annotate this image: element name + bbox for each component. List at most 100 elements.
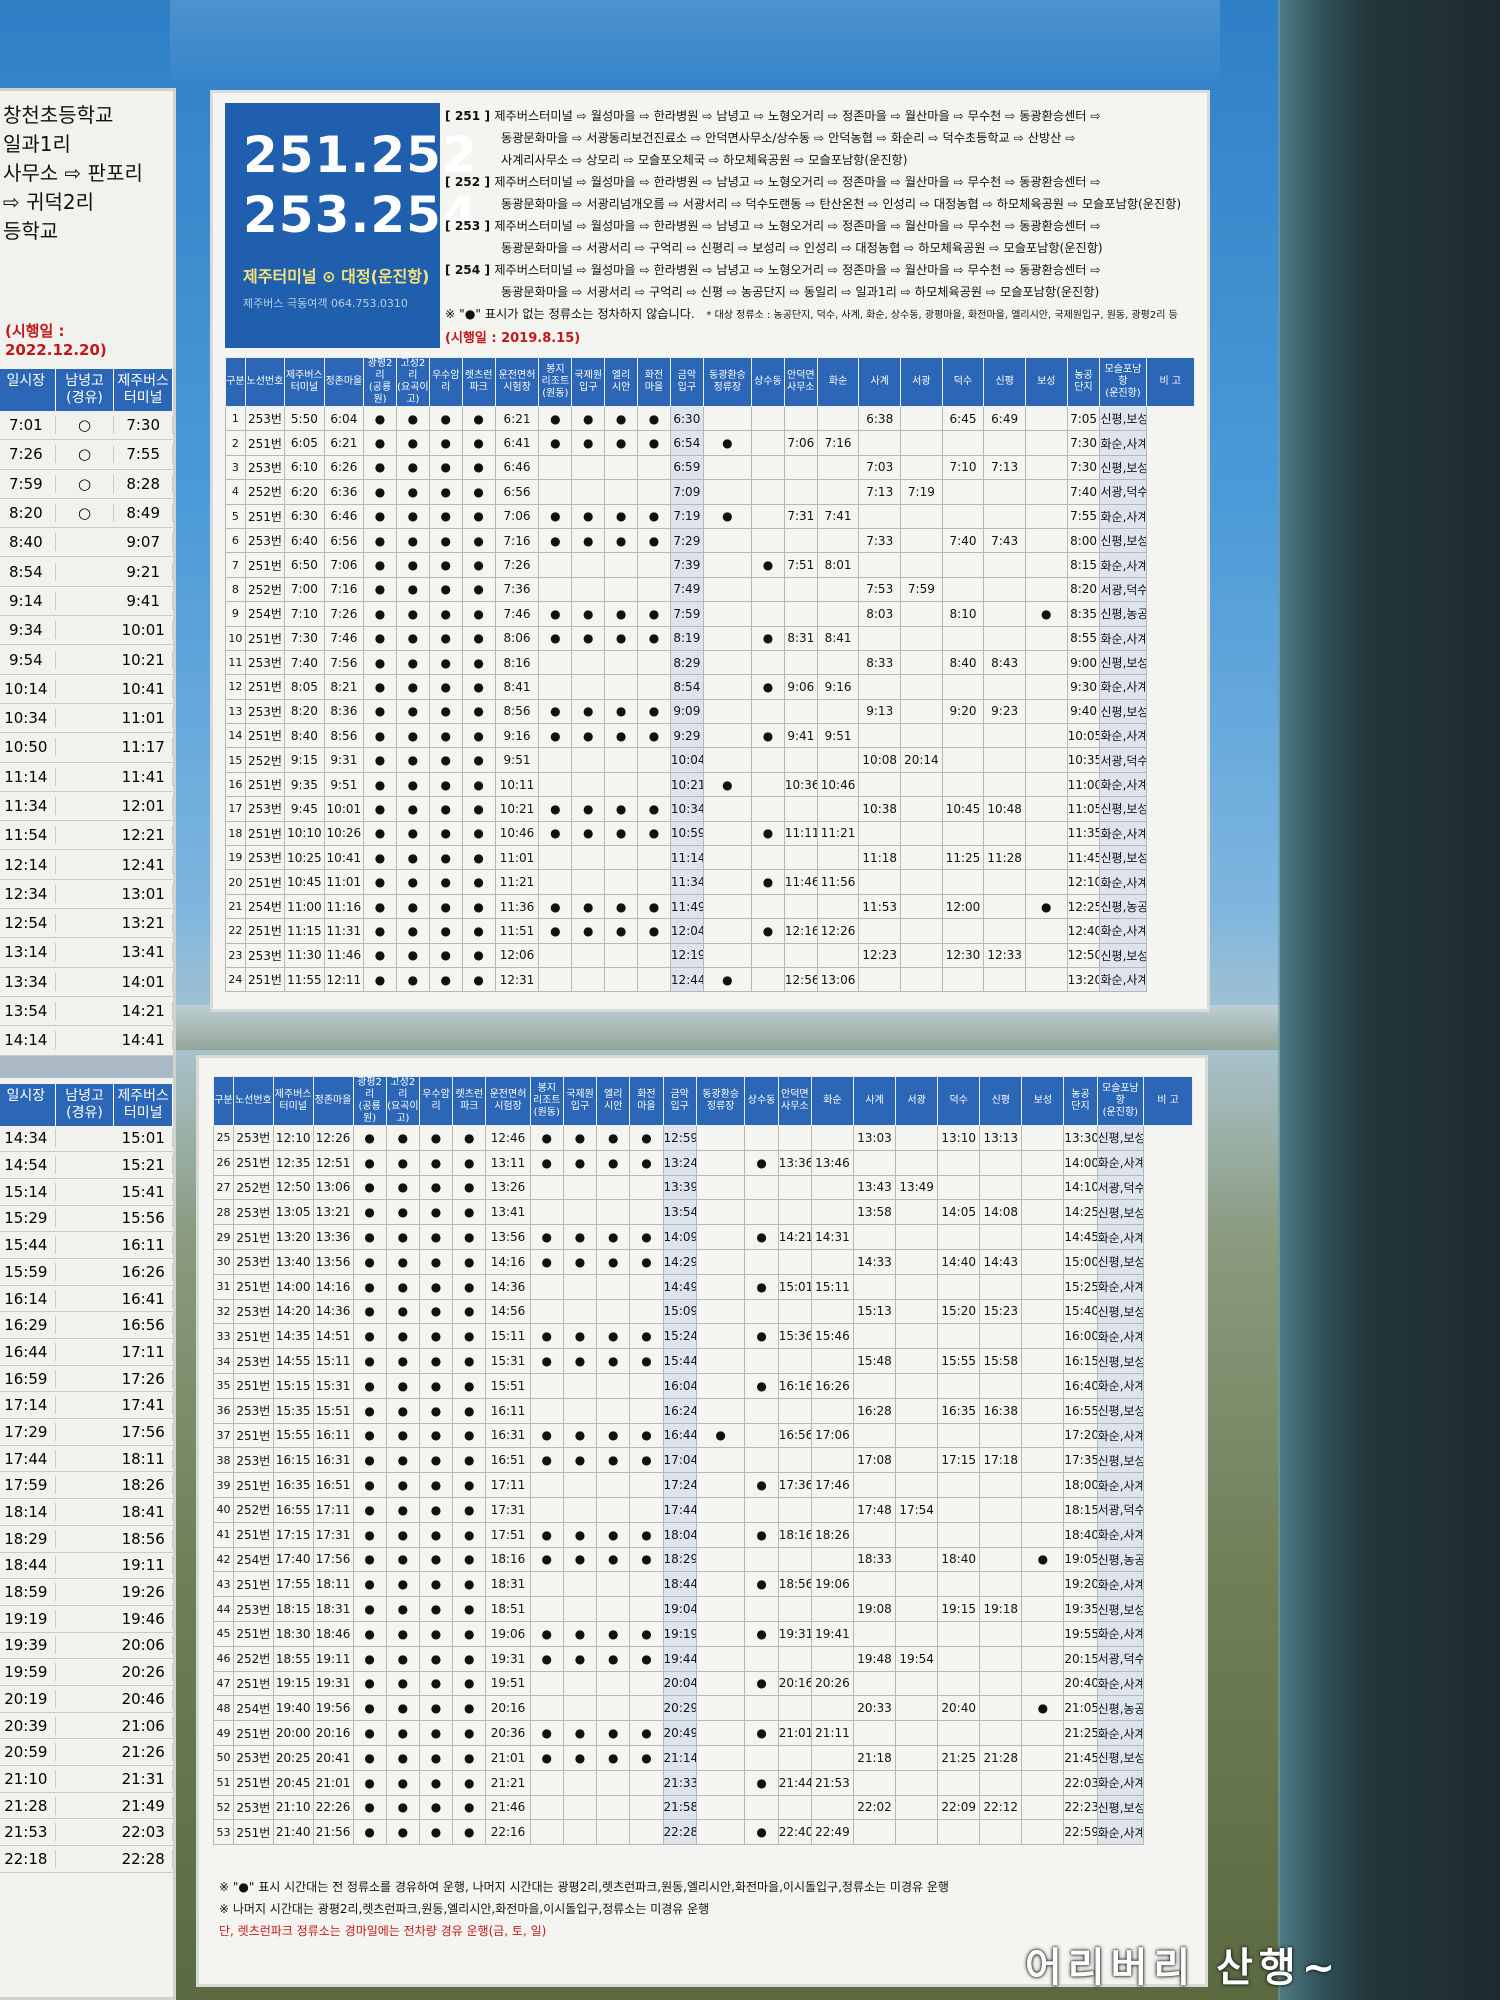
table-cell xyxy=(538,942,573,968)
table-cell: ● xyxy=(629,1620,664,1647)
left-panel-gap xyxy=(0,1055,173,1078)
table-cell: ● xyxy=(637,430,671,456)
table-cell: 7:33 xyxy=(858,527,902,554)
table-cell: 20:45 xyxy=(272,1769,314,1796)
table-cell: 13:24 xyxy=(662,1149,697,1176)
column-header: 엘리 시안 xyxy=(596,1076,631,1126)
table-cell: ● xyxy=(352,1720,387,1746)
table-cell xyxy=(629,1571,664,1598)
left-table-row: 9:54 10:21 xyxy=(0,645,173,675)
table-row: 22 251번 11:15 11:31 ● ● ● ● 11:51 ● ● ● ● 12:04 ● 12:16… xyxy=(225,918,1195,944)
table-cell: 253번 xyxy=(244,649,286,676)
table-cell: ● xyxy=(363,723,397,749)
table-cell: 23 xyxy=(225,942,246,968)
table-cell: 7:46 xyxy=(323,625,365,651)
table-cell: 9:06 xyxy=(783,674,818,700)
table-cell: ● xyxy=(352,1571,387,1598)
table-cell xyxy=(695,1819,746,1846)
table-cell: ● xyxy=(385,1571,420,1598)
route-description-line: [ 252 ] 제주버스터미널 ⇨ 월성마을 ⇨ 한라병원 ⇨ 남녕고 ⇨ 노형… xyxy=(445,171,1200,193)
table-cell: ● xyxy=(452,1273,487,1300)
left-table-cell: 16:26 xyxy=(114,1262,173,1281)
table-cell: ● xyxy=(352,1819,387,1846)
left-table-cell: 8:28 xyxy=(114,474,173,493)
table-cell: 화순,사계 xyxy=(1099,674,1147,700)
table-cell: 17:51 xyxy=(485,1521,531,1548)
left-table-row: 16:59 17:26 xyxy=(0,1366,173,1393)
column-header: 제주버스 터미널 xyxy=(284,357,325,407)
table-cell xyxy=(900,552,943,578)
table-cell xyxy=(529,1273,564,1300)
table-cell xyxy=(1024,479,1068,505)
table-cell: 13:43 xyxy=(852,1174,897,1201)
table-cell: 8:54 xyxy=(669,674,704,700)
table-cell: ● xyxy=(702,430,753,456)
table-cell: 16:15 xyxy=(272,1447,314,1474)
table-cell xyxy=(900,723,943,749)
table-cell xyxy=(1021,1149,1065,1176)
table-cell: 32 xyxy=(213,1298,234,1325)
table-cell: ● xyxy=(452,1496,487,1523)
table-cell: 11:51 xyxy=(494,918,540,944)
table-cell: ● xyxy=(461,552,496,578)
table-cell xyxy=(979,1422,1023,1449)
table-cell xyxy=(629,1273,664,1300)
table-cell: ● xyxy=(461,454,496,481)
column-header: 노선번호 xyxy=(244,357,286,407)
table-cell: 19:11 xyxy=(312,1645,354,1672)
table-cell: 15:00 xyxy=(1063,1248,1098,1275)
table-cell: ● xyxy=(695,1422,746,1449)
table-cell: 6:04 xyxy=(323,405,365,432)
table-cell: 18:16 xyxy=(485,1546,531,1573)
table-cell: 21:45 xyxy=(1063,1744,1098,1771)
table-cell: 9:16 xyxy=(494,723,540,749)
table-cell: 19:40 xyxy=(272,1695,314,1722)
table-header-row: 구분 노선번호 제주버스 터미널 정존마을 광평2리 (공룡원) 고성2리 (요곡이고) 우… xyxy=(225,357,1196,407)
table-cell: 18:00 xyxy=(1063,1472,1098,1498)
column-header: 덕수 xyxy=(941,357,985,407)
table-cell: 21:25 xyxy=(937,1744,981,1771)
table-cell xyxy=(900,649,943,676)
table-cell: ● xyxy=(744,1769,779,1796)
table-cell xyxy=(852,1720,897,1746)
table-cell: 16:55 xyxy=(1063,1397,1098,1424)
table-cell xyxy=(900,430,943,456)
left-table-row: 16:29 16:56 xyxy=(0,1312,173,1340)
target-stops-note: * 대상 정류소 : 농공단지, 덕수, 사계, 화순, 상수동, 광평마을, … xyxy=(706,310,1178,321)
column-header: 신평 xyxy=(983,357,1026,407)
table-cell: 5:50 xyxy=(284,405,325,432)
table-cell: 19:20 xyxy=(1063,1571,1098,1598)
table-cell: ● xyxy=(562,1149,598,1176)
table-cell xyxy=(702,576,753,603)
table-cell xyxy=(941,430,985,456)
table-cell: ● xyxy=(629,1521,664,1548)
table-cell: 253번 xyxy=(244,942,286,968)
table-cell xyxy=(810,1397,855,1424)
table-cell: ● xyxy=(418,1769,454,1796)
table-cell: 화순,사계 xyxy=(1099,552,1147,578)
table-row: 14 251번 8:40 8:56 ● ● ● ● 9:16 ● ● ● ● 9:29 ● 9:41 9:51 1… xyxy=(225,723,1195,749)
table-cell: ● xyxy=(363,405,397,432)
table-cell xyxy=(895,1397,939,1424)
table-cell xyxy=(900,893,943,920)
table-cell xyxy=(900,771,943,798)
table-cell: ● xyxy=(385,1670,420,1697)
table-cell: 21:11 xyxy=(810,1720,855,1746)
table-cell: ● xyxy=(562,1744,598,1771)
table-cell: 16:00 xyxy=(1063,1323,1098,1350)
table-cell: ● xyxy=(352,1546,387,1573)
table-cell: 6:30 xyxy=(284,503,325,529)
table-cell: 14:20 xyxy=(272,1298,314,1325)
table-cell: ● xyxy=(452,1298,487,1325)
table-cell: 21:18 xyxy=(852,1744,897,1771)
table-cell: 251번 xyxy=(232,1720,274,1746)
table-cell: ● xyxy=(418,1472,454,1498)
table-cell: ● xyxy=(428,869,463,895)
table-cell: ● xyxy=(395,479,430,505)
table-cell: 6:10 xyxy=(284,454,325,481)
table-cell: ● xyxy=(637,625,671,651)
table-cell xyxy=(695,1372,746,1399)
column-header: 엘리 시안 xyxy=(604,357,639,407)
table-cell: ● xyxy=(529,1125,564,1151)
table-cell: ● xyxy=(751,918,785,944)
